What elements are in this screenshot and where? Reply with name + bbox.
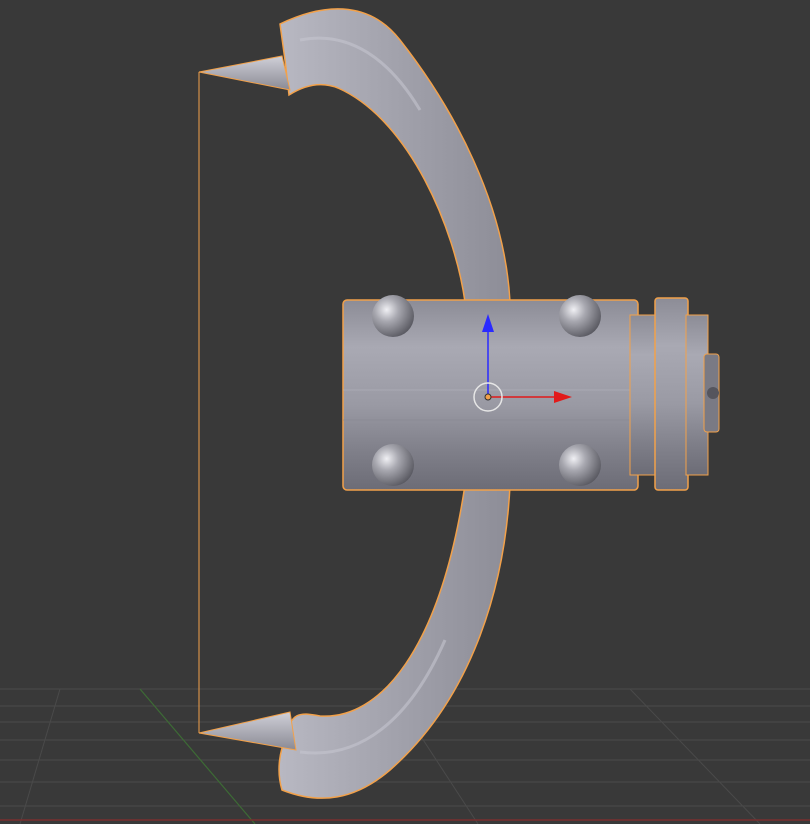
- lower-spike[interactable]: [198, 711, 297, 751]
- lower-blade[interactable]: [278, 484, 511, 799]
- y-axis-line: [139, 688, 256, 824]
- viewport-canvas[interactable]: [0, 0, 810, 824]
- 3d-viewport[interactable]: [0, 0, 810, 824]
- stud: [372, 295, 414, 337]
- stud: [559, 295, 601, 337]
- stud: [372, 444, 414, 486]
- upper-blade[interactable]: [279, 8, 511, 303]
- upper-spike[interactable]: [198, 55, 291, 91]
- origin-dot: [484, 393, 492, 401]
- stud: [559, 444, 601, 486]
- end-cap[interactable]: [629, 297, 720, 491]
